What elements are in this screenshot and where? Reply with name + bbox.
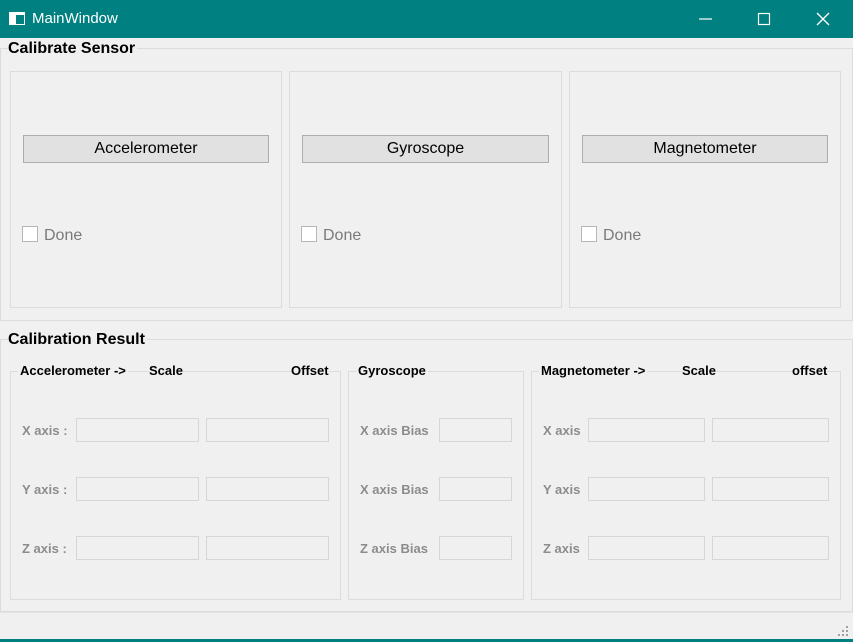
app-window-icon <box>9 12 25 25</box>
magnetometer-z-offset-field[interactable] <box>712 536 829 560</box>
gyroscope-z-bias-label: Z axis Bias <box>360 541 428 556</box>
gyroscope-panel <box>289 71 562 308</box>
accelerometer-x-axis-label: X axis : <box>22 423 68 438</box>
magnetometer-y-offset-field[interactable] <box>712 477 829 501</box>
status-bar-divider <box>0 612 853 613</box>
gyroscope-x-bias-field[interactable] <box>439 418 512 442</box>
magnetometer-button[interactable]: Magnetometer <box>582 135 828 163</box>
minimize-icon <box>699 18 712 20</box>
calibration-result-title: Calibration Result <box>8 331 147 349</box>
gyroscope-done-label: Done <box>323 227 362 244</box>
gyroscope-button[interactable]: Gyroscope <box>302 135 549 163</box>
magnetometer-x-scale-field[interactable] <box>588 418 705 442</box>
magnetometer-result-header: Magnetometer -> <box>539 363 648 378</box>
magnetometer-x-axis-label: X axis <box>543 423 581 438</box>
gyroscope-result-header: Gyroscope <box>356 363 428 378</box>
accelerometer-offset-header: Offset <box>291 363 329 378</box>
gyroscope-y-bias-label: X axis Bias <box>360 482 429 497</box>
accelerometer-x-offset-field[interactable] <box>206 418 329 442</box>
accelerometer-result-header: Accelerometer -> <box>18 363 128 378</box>
magnetometer-done-checkbox[interactable] <box>581 226 597 242</box>
accelerometer-y-offset-field[interactable] <box>206 477 329 501</box>
magnetometer-panel <box>569 71 841 308</box>
magnetometer-done-label: Done <box>603 227 642 244</box>
accelerometer-z-scale-field[interactable] <box>76 536 199 560</box>
gyroscope-done-checkbox[interactable] <box>301 226 317 242</box>
magnetometer-y-scale-field[interactable] <box>588 477 705 501</box>
accelerometer-x-scale-field[interactable] <box>76 418 199 442</box>
maximize-icon <box>757 12 771 26</box>
accelerometer-z-axis-label: Z axis : <box>22 541 67 556</box>
size-grip-icon[interactable] <box>836 624 850 638</box>
accelerometer-scale-header: Scale <box>149 363 183 378</box>
magnetometer-offset-header: offset <box>792 363 828 378</box>
accelerometer-y-scale-field[interactable] <box>76 477 199 501</box>
gyroscope-x-bias-label: X axis Bias <box>360 423 429 438</box>
maximize-button[interactable] <box>735 0 793 38</box>
minimize-button[interactable] <box>677 0 735 38</box>
close-icon <box>816 12 830 26</box>
gyroscope-y-bias-field[interactable] <box>439 477 512 501</box>
accelerometer-button[interactable]: Accelerometer <box>23 135 269 163</box>
window-title: MainWindow <box>32 10 118 27</box>
accelerometer-y-axis-label: Y axis : <box>22 482 68 497</box>
magnetometer-x-offset-field[interactable] <box>712 418 829 442</box>
magnetometer-z-axis-label: Z axis <box>543 541 580 556</box>
magnetometer-y-axis-label: Y axis <box>543 482 581 497</box>
accelerometer-z-offset-field[interactable] <box>206 536 329 560</box>
close-button[interactable] <box>794 0 852 38</box>
accelerometer-done-label: Done <box>44 227 83 244</box>
magnetometer-scale-header: Scale <box>682 363 716 378</box>
accelerometer-done-checkbox[interactable] <box>22 226 38 242</box>
calibrate-sensor-title: Calibrate Sensor <box>8 40 138 58</box>
magnetometer-z-scale-field[interactable] <box>588 536 705 560</box>
accelerometer-panel <box>10 71 282 308</box>
gyroscope-z-bias-field[interactable] <box>439 536 512 560</box>
